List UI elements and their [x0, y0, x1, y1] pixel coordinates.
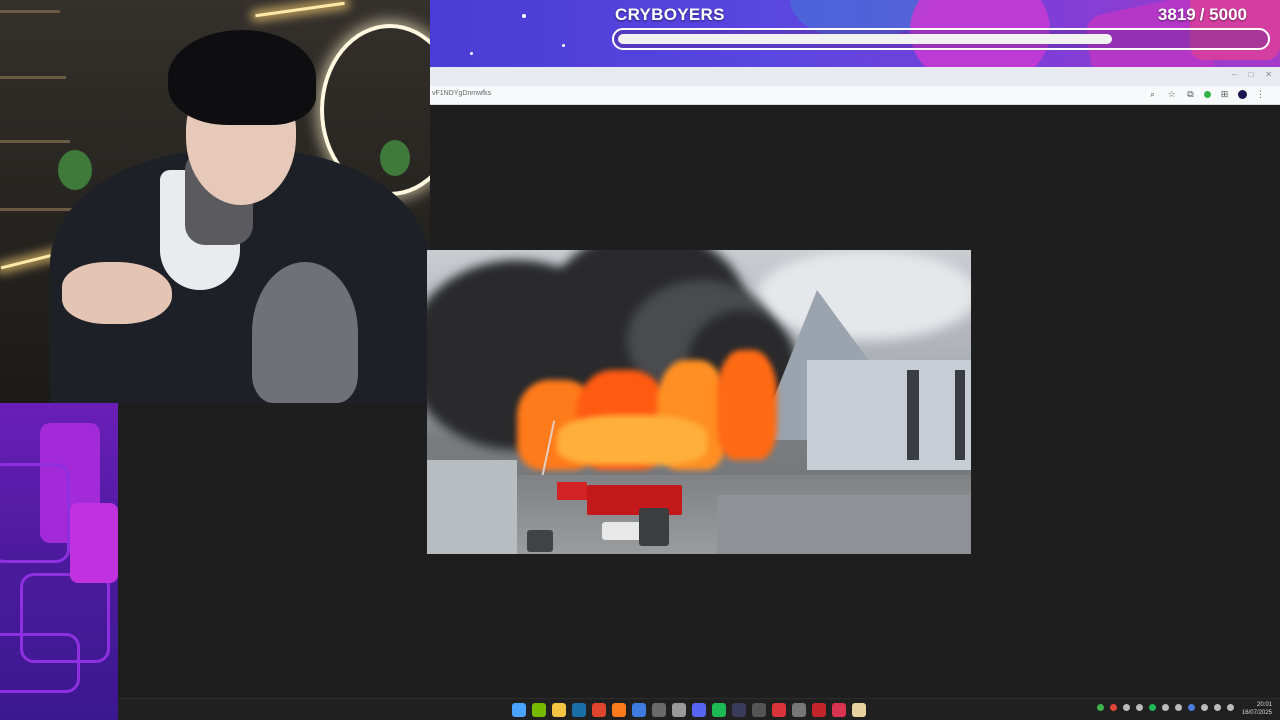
stage-tower: [955, 370, 965, 460]
app-red-icon[interactable]: [772, 703, 786, 717]
plant: [58, 150, 92, 190]
discord-icon[interactable]: [692, 703, 706, 717]
fire-truck-cab: [557, 482, 587, 500]
app-dark-icon[interactable]: [732, 703, 746, 717]
shelf: [0, 76, 66, 79]
address-url[interactable]: vF1NDYgDnmwfks: [432, 90, 491, 97]
menu-icon[interactable]: ⋮: [1255, 89, 1266, 100]
vehicle: [527, 530, 553, 552]
app-brush-icon[interactable]: [852, 703, 866, 717]
browser-address-bar[interactable]: vF1NDYgDnmwfks ⌕ ☆ ⧉ ⊞ ⋮: [430, 86, 1280, 105]
stage-tower: [907, 370, 919, 460]
goal-count: 3819/ 5000: [1154, 5, 1247, 25]
bluetooth-icon[interactable]: [1188, 704, 1195, 711]
festival-stage: [807, 360, 971, 470]
window-controls: – □ ✕: [1232, 70, 1272, 79]
maximize-icon[interactable]: □: [1248, 70, 1253, 79]
browser-toolbar: ⌕ ☆ ⧉ ⊞ ⋮: [1147, 89, 1266, 100]
taskbar-clock[interactable]: 20:01 16/07/2025: [1242, 701, 1272, 717]
steam-icon[interactable]: [572, 703, 586, 717]
shelf: [0, 140, 70, 143]
goal-progress-bar: [612, 28, 1270, 50]
hand: [62, 262, 172, 324]
taskbar-apps: [512, 703, 866, 717]
shelf: [0, 10, 60, 13]
overlay-art-panel: [0, 403, 118, 720]
star-icon: [470, 52, 473, 55]
volume-icon[interactable]: [1227, 704, 1234, 711]
video-player[interactable]: [427, 250, 971, 554]
spotify-icon[interactable]: [712, 703, 726, 717]
goal-current: 3819: [1157, 5, 1196, 24]
browser-tab-strip: – □ ✕: [430, 67, 1280, 86]
start-icon[interactable]: [512, 703, 526, 717]
minimize-icon[interactable]: –: [1232, 70, 1236, 79]
loader: [639, 508, 669, 546]
neon-light: [255, 1, 345, 18]
profile-avatar[interactable]: [1238, 90, 1247, 99]
tray-icon[interactable]: [1110, 704, 1117, 711]
art-shape: [0, 633, 80, 693]
tray-icon[interactable]: [1123, 704, 1130, 711]
fence: [717, 495, 971, 554]
chrome-icon[interactable]: [592, 703, 606, 717]
network-icon[interactable]: [1201, 704, 1208, 711]
windows-taskbar: 20:01 16/07/2025: [118, 698, 1280, 720]
star-icon[interactable]: ☆: [1166, 89, 1177, 100]
tray-icon[interactable]: [1149, 704, 1156, 711]
tray-icon[interactable]: [1097, 704, 1104, 711]
extensions-icon[interactable]: ⧉: [1185, 89, 1196, 100]
clock-date: 16/07/2025: [1241, 710, 1272, 716]
extension-icon[interactable]: [1204, 91, 1211, 98]
goal-progress-fill: [618, 34, 1112, 44]
app-blue-icon[interactable]: [632, 703, 646, 717]
system-tray: [1097, 704, 1234, 711]
car: [602, 522, 642, 540]
plant: [380, 140, 410, 176]
goal-target: / 5000: [1199, 5, 1247, 24]
zoom-icon[interactable]: ⌕: [1147, 89, 1158, 100]
app-gray-icon[interactable]: [792, 703, 806, 717]
art-shape: [0, 463, 70, 563]
webcam-feed: [0, 0, 430, 403]
app-stream-icon[interactable]: [752, 703, 766, 717]
settings-icon[interactable]: [672, 703, 686, 717]
nvidia-icon[interactable]: [532, 703, 546, 717]
follower-goal-banner: CRYBOYERS 3819/ 5000: [430, 0, 1280, 67]
star-icon: [562, 44, 565, 47]
tray-icon[interactable]: [1175, 704, 1182, 711]
app-t-icon[interactable]: [832, 703, 846, 717]
microphone-icon[interactable]: [1214, 704, 1221, 711]
tattooed-knee: [252, 262, 358, 403]
hair: [168, 30, 316, 125]
app-generic-icon[interactable]: [652, 703, 666, 717]
puzzle-icon[interactable]: ⊞: [1219, 89, 1230, 100]
debris: [427, 460, 517, 554]
shelf: [0, 208, 72, 211]
fire: [557, 415, 707, 465]
clock-time: 20:01: [1256, 702, 1272, 708]
tray-icon[interactable]: [1162, 704, 1169, 711]
app-red2-icon[interactable]: [812, 703, 826, 717]
firefox-icon[interactable]: [612, 703, 626, 717]
goal-title: CRYBOYERS: [615, 5, 725, 24]
fire: [717, 350, 777, 460]
stream-layout: CRYBOYERS 3819/ 5000 – □ ✕ vF1NDYgDnmwfk…: [0, 0, 1280, 720]
tray-icon[interactable]: [1136, 704, 1143, 711]
close-icon[interactable]: ✕: [1265, 70, 1272, 79]
explorer-icon[interactable]: [552, 703, 566, 717]
star-icon: [522, 14, 526, 18]
art-shape: [70, 503, 118, 583]
